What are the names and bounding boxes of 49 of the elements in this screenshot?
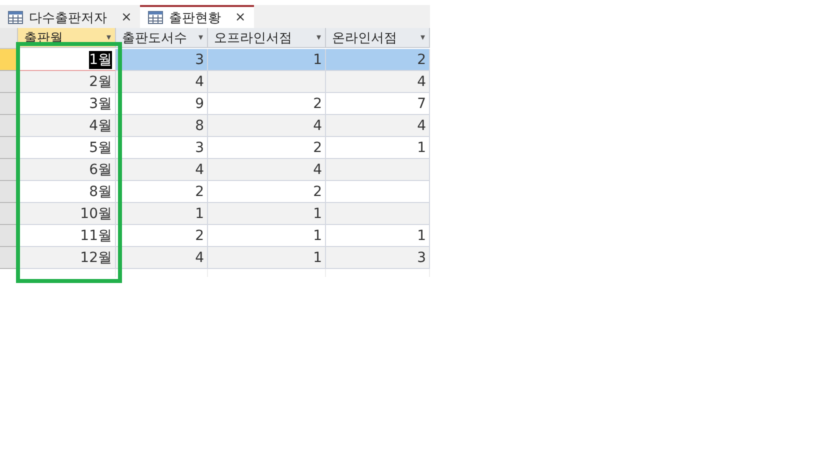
table-cell: 3 xyxy=(116,49,208,71)
dropdown-arrow-icon[interactable]: ▾ xyxy=(316,32,321,42)
table-cell: 4 xyxy=(116,71,208,93)
table-cell: 3 xyxy=(326,247,430,269)
table-cell: 12월 xyxy=(18,247,116,269)
select-all-corner[interactable] xyxy=(0,28,18,49)
table-cell: 4 xyxy=(116,159,208,181)
column-header[interactable]: 오프라인서점 ▾ xyxy=(208,28,326,48)
table-cell: 9 xyxy=(116,93,208,115)
table-cell: 1 xyxy=(208,247,326,269)
dropdown-arrow-icon[interactable]: ▾ xyxy=(106,32,111,42)
table-cell: 3 xyxy=(116,137,208,159)
table-cell: 8 xyxy=(116,115,208,137)
table-cell: 2 xyxy=(326,49,430,71)
table-cell: 10월 xyxy=(18,203,116,225)
table-cell: 5월 xyxy=(18,137,116,159)
dropdown-arrow-icon[interactable]: ▾ xyxy=(420,32,425,42)
document-tab[interactable]: 출판현황 × xyxy=(140,5,254,28)
table-icon xyxy=(8,11,23,24)
table-cell: 1 xyxy=(326,137,430,159)
column-header[interactable]: 출판도서수 ▾ xyxy=(116,28,208,48)
table-icon xyxy=(148,11,163,24)
table-cell: 2 xyxy=(208,137,326,159)
close-icon[interactable]: × xyxy=(234,10,246,25)
table-cell: 4 xyxy=(116,247,208,269)
table-cell: 4월 xyxy=(18,115,116,137)
table-cell: 8월 xyxy=(18,181,116,203)
table-cell: 1 xyxy=(208,49,326,71)
table-cell: 7 xyxy=(326,93,430,115)
table-cell: 1 xyxy=(208,203,326,225)
table-cell: 3월 xyxy=(18,93,116,115)
table-cell: 2월 xyxy=(18,71,116,93)
close-icon[interactable]: × xyxy=(121,10,132,25)
table-cell: 4 xyxy=(208,115,326,137)
table-cell: 1월 xyxy=(18,49,116,71)
table-cell: 6월 xyxy=(18,159,116,181)
column-header[interactable]: 온라인서점 ▾ xyxy=(326,28,430,48)
table-cell: 11월 xyxy=(18,225,116,247)
table-cell: 4 xyxy=(326,115,430,137)
table-cell: 1 xyxy=(116,203,208,225)
table-cell: 4 xyxy=(326,71,430,93)
table-cell: 2 xyxy=(116,225,208,247)
table-cell: 1 xyxy=(326,225,430,247)
table-cell: 2 xyxy=(116,181,208,203)
table-cell: 2 xyxy=(208,181,326,203)
dropdown-arrow-icon[interactable]: ▾ xyxy=(198,32,203,42)
table-cell: 2 xyxy=(208,93,326,115)
table-cell: 4 xyxy=(208,159,326,181)
table-cell: 1 xyxy=(208,225,326,247)
